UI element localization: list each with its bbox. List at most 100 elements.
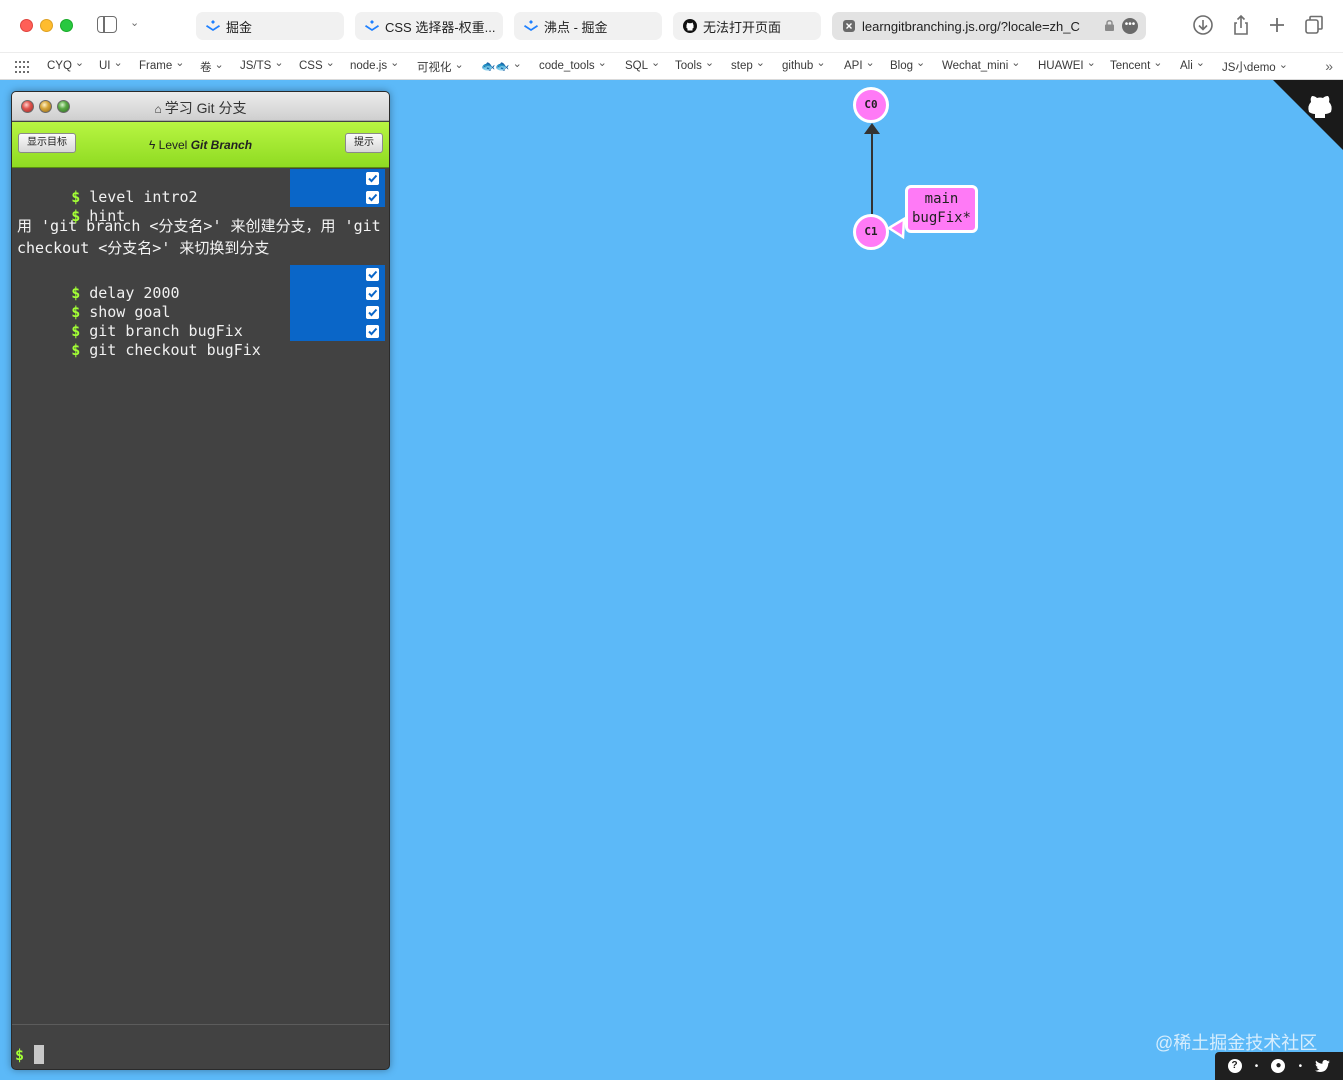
branch-pointer [886, 216, 906, 240]
command-text: hint [89, 207, 126, 225]
bookmark-folder[interactable]: 可视化 [417, 59, 464, 75]
prompt-dollar: $ [71, 207, 81, 225]
bookmark-folder[interactable]: Frame [139, 59, 184, 72]
chevron-down-icon[interactable]: ⌄ [130, 16, 139, 29]
command-entry: $ hint [12, 188, 389, 225]
separator-dot: • [1298, 1060, 1303, 1072]
edge-arrow [864, 123, 880, 134]
browser-tab[interactable]: CSS 选择器-权重... [355, 12, 503, 40]
bookmark-folder[interactable]: Tencent [1110, 59, 1163, 72]
bookmark-folder[interactable]: JS小demo [1222, 59, 1288, 75]
juejin-icon [524, 19, 538, 33]
command-history: $ level intro2 $ hint 用 'git branch <分支名>'… [12, 169, 389, 359]
checkbox-checked-icon [366, 287, 379, 300]
octocat-icon[interactable]: ● [1271, 1059, 1286, 1073]
bookmark-folder[interactable]: SQL [625, 59, 660, 72]
command-entry: $ git checkout bugFix [12, 322, 389, 359]
command-window: ⌂ 学习 Git 分支 显示目标 ϟ Level Git Branch 提示 $ l… [11, 91, 390, 1070]
more-icon[interactable]: ••• [1122, 18, 1138, 34]
minimize-window-button[interactable] [40, 19, 53, 32]
command-text: git checkout bugFix [89, 341, 261, 359]
new-tab-icon[interactable] [1266, 14, 1288, 36]
branch-label[interactable]: main bugFix* [905, 185, 978, 233]
bookmark-folder[interactable]: 🐟🐟 [481, 59, 522, 73]
tab-label: 沸点 - 掘金 [544, 19, 608, 35]
sidebar-toggle-icon[interactable] [97, 16, 117, 33]
bookmark-folder[interactable]: code_tools [539, 59, 607, 72]
bookmark-folder[interactable]: 卷 [200, 59, 224, 75]
bookmark-folder[interactable]: Tools [675, 59, 714, 72]
browser-tab[interactable]: 沸点 - 掘金 [514, 12, 662, 40]
checkbox-checked-icon [366, 191, 379, 204]
tab-label: 掘金 [226, 19, 253, 35]
text-cursor [34, 1045, 44, 1064]
commit-node-c0[interactable]: C0 [853, 87, 889, 123]
command-entry: $ show goal [12, 284, 389, 321]
window-title: ⌂ 学习 Git 分支 [154, 100, 247, 116]
command-status [290, 322, 385, 341]
command-status [290, 303, 385, 322]
download-icon[interactable] [1192, 14, 1214, 36]
commit-node-c1[interactable]: C1 [853, 214, 889, 250]
address-text[interactable]: learngitbranching.js.org/?locale=zh_C [862, 19, 1094, 34]
command-status [290, 169, 385, 188]
branch-bugfix: bugFix* [911, 210, 971, 226]
browser-tab[interactable]: 无法打开页面 [673, 12, 821, 40]
bookmark-folder[interactable]: UI [99, 59, 123, 72]
checkbox-checked-icon [366, 172, 379, 185]
juejin-icon [365, 19, 379, 33]
branch-main: main [924, 191, 959, 207]
bookmark-folder[interactable]: CYQ [47, 59, 84, 72]
bookmark-folder[interactable]: API [844, 59, 875, 72]
tab-label: CSS 选择器-权重... [385, 19, 496, 35]
zoom-window-button[interactable] [60, 19, 73, 32]
command-status [290, 284, 385, 303]
footer-toolbar: ? • ● • [1215, 1052, 1343, 1080]
apps-grid-icon[interactable] [15, 61, 29, 73]
twitter-icon[interactable] [1315, 1059, 1331, 1073]
prompt-dollar: $ [71, 341, 81, 359]
bookmark-folder[interactable]: CSS [299, 59, 335, 72]
separator-dot: • [1254, 1060, 1259, 1072]
command-input[interactable]: $ [12, 1024, 389, 1069]
browser-tab-active[interactable]: learngitbranching.js.org/?locale=zh_C ••… [832, 12, 1146, 40]
command-status [290, 188, 385, 207]
bookmark-folder[interactable]: Blog [890, 59, 925, 72]
share-icon[interactable] [1230, 14, 1252, 36]
bookmark-folder[interactable]: node.js [350, 59, 399, 72]
bookmark-folder[interactable]: JS/TS [240, 59, 284, 72]
github-icon [683, 19, 697, 33]
checkbox-checked-icon [366, 325, 379, 338]
tab-label: 无法打开页面 [703, 19, 782, 35]
command-entry: $ level intro2 [12, 169, 389, 206]
bookmark-folder[interactable]: Wechat_mini [942, 59, 1020, 72]
octocat-icon [1308, 96, 1332, 118]
juejin-icon [206, 19, 220, 33]
hint-button[interactable]: 提示 [345, 133, 383, 153]
bookmarks-bar: CYQ UI Frame 卷 JS/TS CSS node.js 可视化 🐟🐟 … [0, 52, 1343, 80]
level-title: ϟ Level Git Branch [148, 138, 253, 152]
more-bookmarks-icon[interactable]: » [1325, 58, 1333, 74]
close-window-button[interactable] [20, 19, 33, 32]
prompt-dollar: $ [15, 1046, 25, 1064]
bookmark-folder[interactable]: step [731, 59, 765, 72]
github-corner[interactable] [1273, 80, 1343, 150]
checkbox-checked-icon [366, 268, 379, 281]
home-icon: ⌂ [154, 102, 162, 116]
browser-toolbar: ⌄ 掘金 CSS 选择器-权重... 沸点 - 掘金 无法打开页面 learng… [0, 0, 1343, 52]
checkbox-checked-icon [366, 306, 379, 319]
command-status [290, 265, 385, 284]
lock-icon [1105, 20, 1114, 31]
command-entry: $ git branch bugFix [12, 303, 389, 340]
bookmark-folder[interactable]: github [782, 59, 826, 72]
command-entry: $ delay 2000 [12, 265, 389, 302]
tab-overview-icon[interactable] [1303, 14, 1325, 36]
level-name: Git Branch [190, 138, 253, 152]
browser-tab[interactable]: 掘金 [196, 12, 344, 40]
close-tab-icon[interactable] [842, 19, 856, 33]
bookmark-folder[interactable]: Ali [1180, 59, 1205, 72]
window-titlebar[interactable]: ⌂ 学习 Git 分支 [12, 92, 389, 121]
help-icon[interactable]: ? [1227, 1059, 1242, 1073]
bookmark-folder[interactable]: HUAWEI [1038, 59, 1096, 72]
bolt-icon: ϟ [148, 138, 156, 152]
